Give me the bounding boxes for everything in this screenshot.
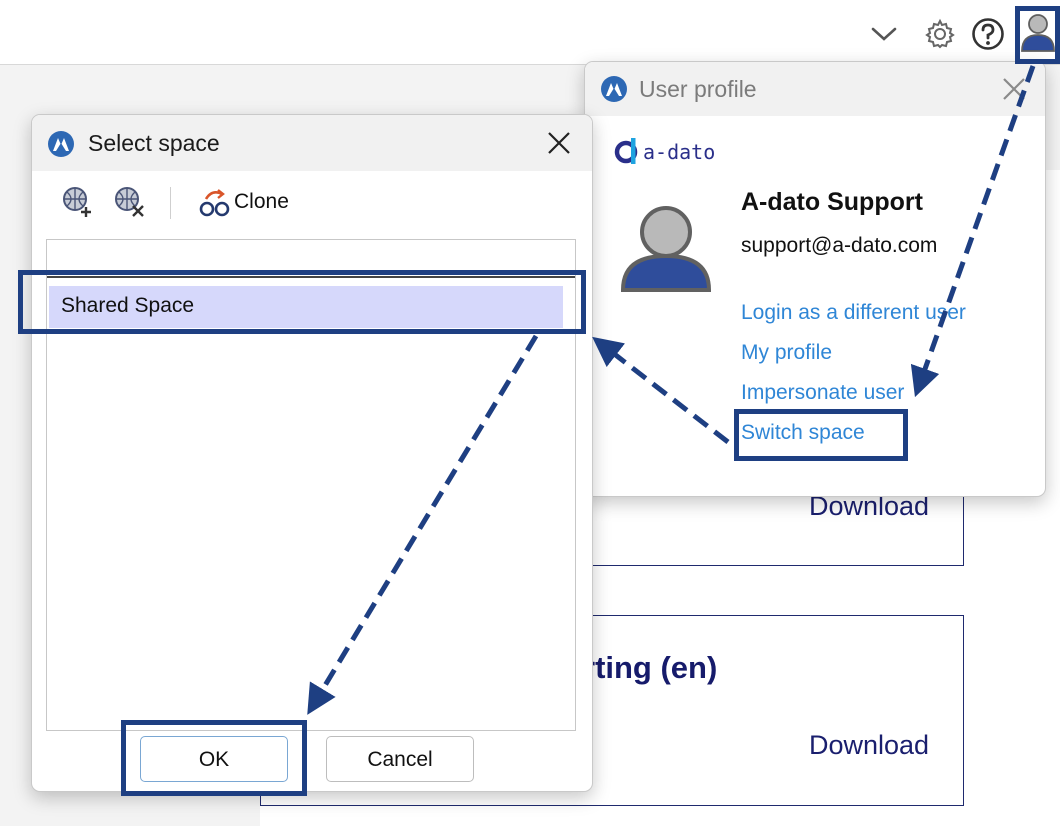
user-profile-dialog: User profile a-dato A-dato Support suppo…	[584, 61, 1046, 497]
select-space-title-bar: Select space	[32, 115, 592, 171]
delete-space-icon[interactable]	[112, 185, 148, 224]
impersonate-user-link[interactable]: Impersonate user	[741, 381, 904, 405]
app-logo-icon	[599, 74, 629, 109]
select-space-title: Select space	[88, 130, 220, 156]
download-link-2[interactable]: Download	[809, 730, 929, 761]
user-avatar-icon[interactable]	[1018, 10, 1058, 54]
login-different-user-link[interactable]: Login as a different user	[741, 301, 966, 325]
cancel-button[interactable]: Cancel	[326, 736, 474, 782]
user-profile-title-bar: User profile	[585, 62, 1045, 116]
top-bar	[0, 0, 1060, 65]
list-item[interactable]: Shared Space	[49, 286, 563, 328]
gear-icon[interactable]	[920, 12, 960, 56]
toolbar-divider	[170, 187, 171, 219]
user-profile-title: User profile	[639, 76, 757, 102]
switch-space-link[interactable]: Switch space	[741, 421, 865, 445]
a-dato-logo-icon	[614, 138, 638, 164]
profile-user-name: A-dato Support	[741, 188, 923, 216]
app-logo-icon	[46, 129, 76, 164]
list-item-label: Shared Space	[61, 294, 195, 317]
add-space-icon[interactable]	[60, 185, 96, 224]
company-logo-text: a-dato	[643, 140, 716, 164]
chevron-down-icon[interactable]	[864, 12, 904, 56]
clone-icon	[198, 187, 232, 224]
help-icon[interactable]	[968, 12, 1008, 56]
close-icon[interactable]	[999, 74, 1029, 104]
my-profile-link[interactable]: My profile	[741, 341, 832, 365]
ok-button[interactable]: OK	[140, 736, 288, 782]
select-space-dialog: Select space Clone Shared Space OK Cance…	[31, 114, 593, 792]
space-list[interactable]: Shared Space	[46, 239, 576, 731]
list-header-line	[47, 276, 575, 278]
card-title-fragment: rting (en)	[583, 650, 718, 685]
profile-avatar-icon	[619, 200, 713, 297]
close-icon[interactable]	[544, 128, 574, 158]
clone-label: Clone	[234, 190, 289, 213]
select-space-toolbar: Clone	[32, 173, 592, 233]
profile-email: support@a-dato.com	[741, 234, 938, 257]
